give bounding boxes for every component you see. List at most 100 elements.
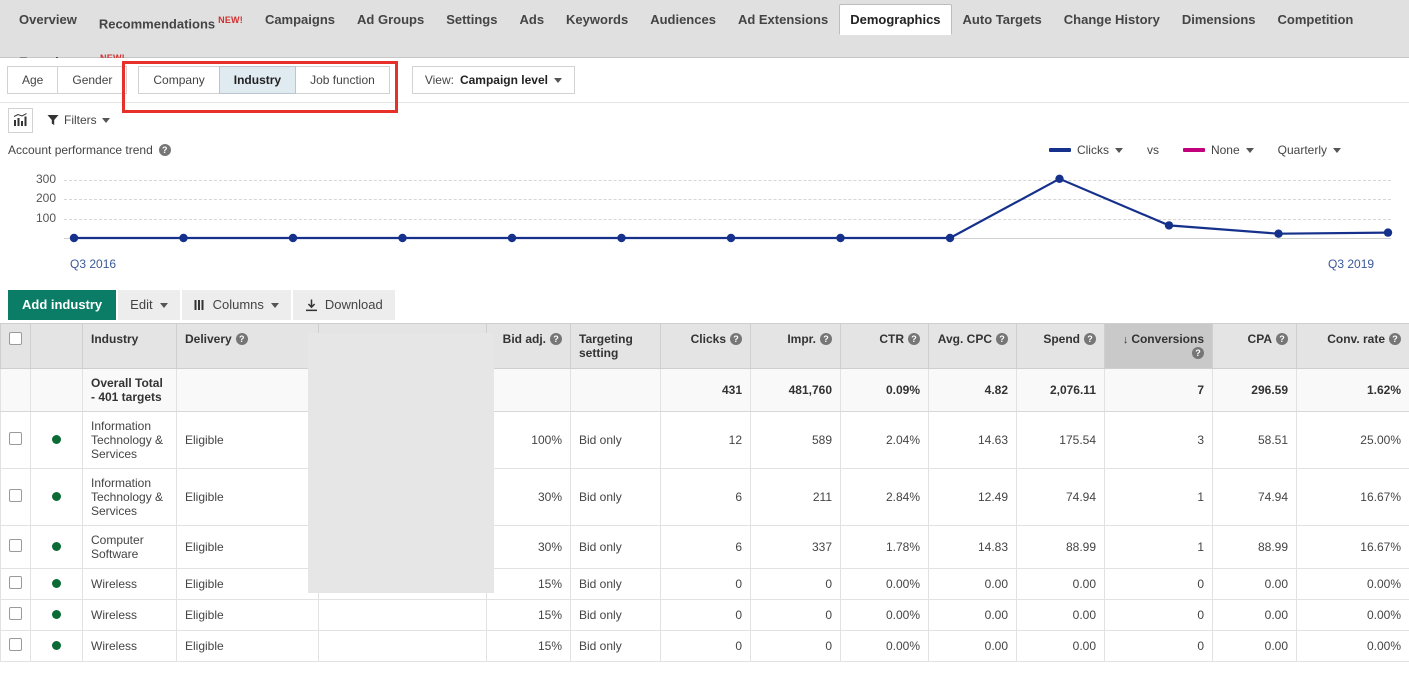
- cell-checkbox[interactable]: [1, 526, 31, 569]
- filters-button[interactable]: Filters: [47, 113, 110, 127]
- segment-gender[interactable]: Gender: [57, 66, 127, 94]
- nav-tab-audiences[interactable]: Audiences: [639, 4, 727, 34]
- nav-tab-change-history[interactable]: Change History: [1053, 4, 1171, 34]
- column-header-ctr[interactable]: CTR?: [841, 324, 929, 369]
- chart-data-point[interactable]: [1055, 175, 1063, 183]
- cell-checkbox[interactable]: [1, 600, 31, 631]
- cell-targeting: Bid only: [571, 600, 661, 631]
- industry-table-container: IndustryDelivery?CampaignBid adj.?Target…: [0, 323, 1409, 662]
- column-header-conversions[interactable]: ↓Conversions?: [1105, 324, 1213, 369]
- chart-data-point[interactable]: [508, 234, 516, 242]
- table-row[interactable]: WirelessEligible15%Bid only000.00%0.000.…: [1, 631, 1409, 662]
- row-checkbox[interactable]: [9, 638, 22, 651]
- edit-button[interactable]: Edit: [118, 290, 179, 320]
- help-icon[interactable]: ?: [159, 144, 171, 156]
- column-header-clicks[interactable]: Clicks?: [661, 324, 751, 369]
- segment-company[interactable]: Company: [138, 66, 219, 94]
- columns-icon: [194, 299, 206, 311]
- help-icon[interactable]: ?: [730, 333, 742, 345]
- column-header-checkbox[interactable]: [1, 324, 31, 369]
- table-row[interactable]: WirelessEligible15%Bid only000.00%0.000.…: [1, 600, 1409, 631]
- column-header-spend[interactable]: Spend?: [1017, 324, 1105, 369]
- nav-tab-demographics[interactable]: Demographics: [839, 4, 951, 35]
- help-icon[interactable]: ?: [908, 333, 920, 345]
- chart-data-point[interactable]: [179, 234, 187, 242]
- table-row[interactable]: WirelessEligible15%Bid only000.00%0.000.…: [1, 569, 1409, 600]
- help-icon[interactable]: ?: [1276, 333, 1288, 345]
- cell-checkbox[interactable]: [1, 569, 31, 600]
- table-row[interactable]: Information Technology & ServicesEligibl…: [1, 469, 1409, 526]
- row-checkbox[interactable]: [9, 576, 22, 589]
- chart-data-point[interactable]: [1384, 228, 1392, 236]
- column-header-impr[interactable]: Impr.?: [751, 324, 841, 369]
- nav-tab-competition[interactable]: Competition: [1267, 4, 1365, 34]
- chart-data-point[interactable]: [836, 234, 844, 242]
- cell-checkbox[interactable]: [1, 631, 31, 662]
- legend-secondary-metric[interactable]: None: [1183, 143, 1254, 157]
- column-header-delivery[interactable]: Delivery?: [177, 324, 319, 369]
- chart-data-point[interactable]: [289, 234, 297, 242]
- legend-primary-metric[interactable]: Clicks: [1049, 143, 1123, 157]
- legend-period-selector[interactable]: Quarterly: [1278, 143, 1341, 157]
- bar-chart-icon[interactable]: [8, 108, 33, 133]
- chart-data-point[interactable]: [398, 234, 406, 242]
- column-header-targeting[interactable]: Targeting setting: [571, 324, 661, 369]
- chart-data-point[interactable]: [727, 234, 735, 242]
- table-row[interactable]: Information Technology & ServicesEligibl…: [1, 412, 1409, 469]
- column-header-conv-rate[interactable]: Conv. rate?: [1297, 324, 1409, 369]
- cell-checkbox[interactable]: [1, 469, 31, 526]
- column-header-cpa[interactable]: CPA?: [1213, 324, 1297, 369]
- help-icon[interactable]: ?: [1084, 333, 1096, 345]
- segment-job-function[interactable]: Job function: [295, 66, 390, 94]
- row-checkbox[interactable]: [9, 607, 22, 620]
- row-checkbox[interactable]: [9, 539, 22, 552]
- chart-legend: Clicks vs None Quarterly: [1049, 143, 1401, 157]
- column-header-label: Targeting setting: [579, 332, 633, 360]
- row-checkbox[interactable]: [9, 489, 22, 502]
- cell-status: [31, 631, 83, 662]
- nav-tab-ad-extensions[interactable]: Ad Extensions: [727, 4, 839, 34]
- download-button[interactable]: Download: [293, 290, 395, 320]
- performance-chart: Account performance trend ? Clicks vs No…: [0, 137, 1409, 287]
- nav-tab-auto-targets[interactable]: Auto Targets: [952, 4, 1053, 34]
- cell-cpa: 0.00: [1213, 631, 1297, 662]
- add-industry-button[interactable]: Add industry: [8, 290, 116, 320]
- nav-tab-recommendations[interactable]: RecommendationsNEW!: [88, 4, 254, 38]
- chart-data-point[interactable]: [1274, 230, 1282, 238]
- chart-data-point[interactable]: [70, 234, 78, 242]
- help-icon[interactable]: ?: [1192, 347, 1204, 359]
- column-header-avg-cpc[interactable]: Avg. CPC?: [929, 324, 1017, 369]
- segment-industry[interactable]: Industry: [219, 66, 296, 94]
- nav-tab-ads[interactable]: Ads: [508, 4, 555, 34]
- cell-avg-cpc: 12.49: [929, 469, 1017, 526]
- help-icon[interactable]: ?: [236, 333, 248, 345]
- column-header-industry[interactable]: Industry: [83, 324, 177, 369]
- help-icon[interactable]: ?: [1389, 333, 1401, 345]
- nav-tab-keywords[interactable]: Keywords: [555, 4, 639, 34]
- total-cell-clicks: 431: [661, 369, 751, 412]
- segment-age[interactable]: Age: [7, 66, 58, 94]
- nav-tab-ad-groups[interactable]: Ad Groups: [346, 4, 435, 34]
- row-checkbox[interactable]: [9, 432, 22, 445]
- nav-tab-dimensions[interactable]: Dimensions: [1171, 4, 1267, 34]
- chart-data-point[interactable]: [946, 234, 954, 242]
- help-icon[interactable]: ?: [550, 333, 562, 345]
- nav-tab-campaigns[interactable]: Campaigns: [254, 4, 346, 34]
- columns-button[interactable]: Columns: [182, 290, 291, 320]
- total-cell-ctr: 0.09%: [841, 369, 929, 412]
- nav-tab-overview[interactable]: Overview: [8, 4, 88, 34]
- view-level-dropdown[interactable]: View: Campaign level: [412, 66, 575, 94]
- chart-data-point[interactable]: [617, 234, 625, 242]
- help-icon[interactable]: ?: [820, 333, 832, 345]
- column-header-status[interactable]: [31, 324, 83, 369]
- nav-tab-settings[interactable]: Settings: [435, 4, 508, 34]
- cell-conversions: 0: [1105, 600, 1213, 631]
- help-icon[interactable]: ?: [996, 333, 1008, 345]
- column-header-bid-adj[interactable]: Bid adj.?: [487, 324, 571, 369]
- cell-status: [31, 412, 83, 469]
- select-all-checkbox[interactable]: [9, 332, 22, 345]
- cell-checkbox[interactable]: [1, 412, 31, 469]
- total-cell-conversions: 7: [1105, 369, 1213, 412]
- table-row[interactable]: Computer SoftwareEligible30%Bid only6337…: [1, 526, 1409, 569]
- chart-data-point[interactable]: [1165, 221, 1173, 229]
